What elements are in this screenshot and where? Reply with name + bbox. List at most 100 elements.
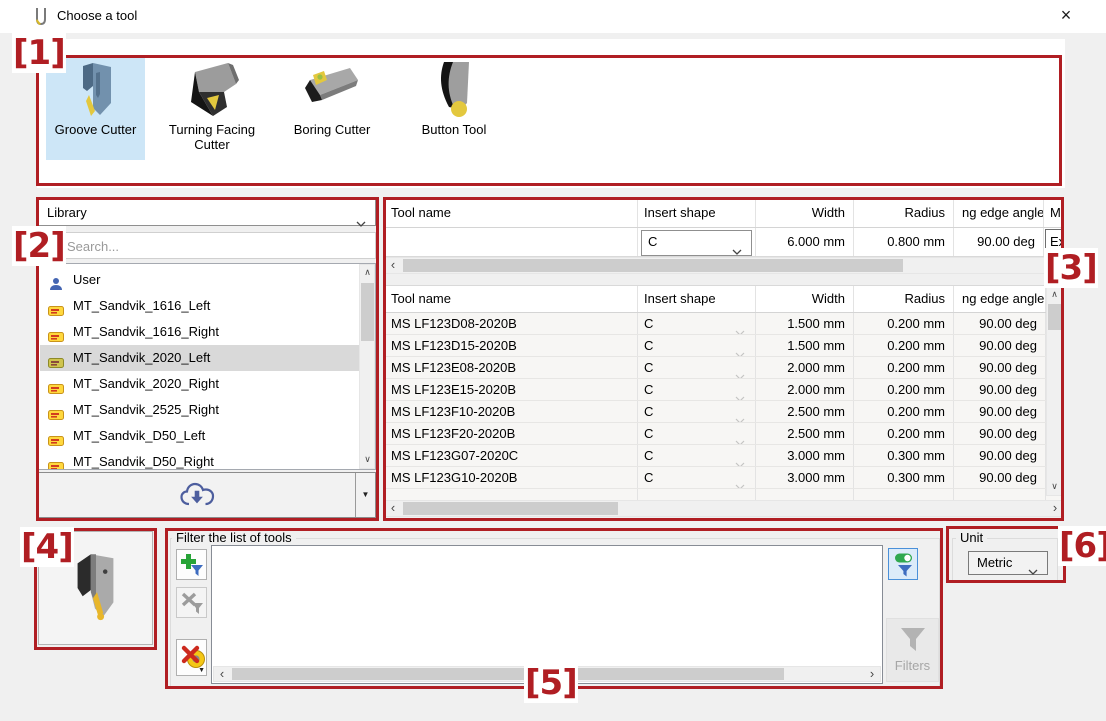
spec-table-h-scrollbar[interactable]: ‹ ›: [384, 257, 1064, 274]
cell-radius: 0.200 mm: [854, 313, 954, 334]
spec-tool-name-field[interactable]: [385, 228, 638, 256]
download-options-dropdown[interactable]: ▼: [355, 473, 375, 517]
filters-button-label: Filters: [887, 659, 938, 673]
scrollbar-thumb[interactable]: [232, 668, 784, 680]
col-header-width[interactable]: Width: [756, 199, 854, 227]
scroll-right-arrow[interactable]: ›: [864, 667, 880, 682]
scroll-down-arrow[interactable]: ∨: [360, 452, 375, 468]
tool-type-label: Groove Cutter: [46, 122, 145, 137]
scroll-down-arrow[interactable]: ∨: [1047, 479, 1062, 495]
scrollbar-thumb[interactable]: [403, 502, 618, 515]
tree-item-library[interactable]: MT_Sandvik_2020_Right: [40, 371, 359, 397]
tool-app-icon: [33, 7, 49, 27]
insert-shape-value: C: [644, 470, 653, 485]
cell-width: 3.000 mm: [756, 467, 854, 488]
insert-shape-value: C: [644, 360, 653, 375]
remove-filter-button[interactable]: [176, 587, 207, 618]
scroll-left-arrow[interactable]: ‹: [214, 667, 230, 682]
tree-scrollbar[interactable]: ∧ ∨: [359, 264, 375, 469]
tree-item-label: MT_Sandvik_1616_Left: [73, 293, 210, 319]
insert-shape-select[interactable]: C: [641, 230, 752, 256]
library-tree: User MT_Sandvik_1616_Left MT_Sandvik_161…: [38, 263, 376, 470]
tree-item-library[interactable]: MT_Sandvik_D50_Right: [40, 449, 359, 470]
tree-item-library[interactable]: MT_Sandvik_1616_Right: [40, 319, 359, 345]
clear-filters-button[interactable]: ▼: [176, 639, 207, 676]
tools-table-v-scrollbar[interactable]: ∧ ∨: [1046, 286, 1063, 496]
scroll-up-arrow[interactable]: ∧: [360, 265, 375, 281]
cell-insert-shape: C: [638, 445, 756, 466]
col-header-radius[interactable]: Radius: [854, 286, 954, 312]
chevron-down-icon: [735, 387, 745, 401]
cell-tool-name: MS LF123E08-2020B: [385, 357, 638, 378]
tree-item-label: MT_Sandvik_2525_Right: [73, 397, 219, 423]
scroll-left-arrow[interactable]: ‹: [385, 501, 401, 516]
unit-group-title: Unit: [956, 530, 987, 545]
scroll-right-arrow[interactable]: ›: [1047, 501, 1063, 516]
add-filter-icon: [180, 553, 204, 577]
cell-edge-angle: 90.00 deg: [954, 335, 1046, 356]
search-input[interactable]: [65, 234, 369, 259]
tree-item-library[interactable]: MT_Sandvik_1616_Left: [40, 293, 359, 319]
col-header-width[interactable]: Width: [756, 286, 854, 312]
insert-shape-value: C: [644, 404, 653, 419]
cell-width: 1.500 mm: [756, 313, 854, 334]
scrollbar-thumb[interactable]: [403, 259, 903, 272]
spec-width-field[interactable]: 6.000 mm: [756, 228, 854, 256]
table-row[interactable]: MS LF123F10-2020B C 2.500 mm 0.200 mm 90…: [385, 401, 1063, 423]
tree-item-label: MT_Sandvik_D50_Right: [73, 449, 214, 470]
chevron-down-icon: [735, 409, 745, 423]
table-row[interactable]: MS LF123G07-2020C C 3.000 mm 0.300 mm 90…: [385, 445, 1063, 467]
table-row[interactable]: MS LF123G10-2020B C 3.000 mm 0.300 mm 90…: [385, 467, 1063, 489]
insert-shape-value: C: [644, 338, 653, 353]
window-title: Choose a tool: [57, 0, 137, 32]
cell-width: 2.500 mm: [756, 401, 854, 422]
tree-item-library[interactable]: MT_Sandvik_D50_Left: [40, 423, 359, 449]
library-source-select[interactable]: Library: [38, 199, 376, 226]
col-header-mount[interactable]: M: [1044, 199, 1063, 227]
tool-spec-table: Tool name Insert shape Width Radius ng e…: [384, 198, 1064, 257]
table-row[interactable]: MS LF123D08-2020B C 1.500 mm 0.200 mm 90…: [385, 313, 1063, 335]
col-header-tool-name[interactable]: Tool name: [385, 199, 638, 227]
col-header-tool-name[interactable]: Tool name: [385, 286, 638, 312]
scroll-left-arrow[interactable]: ‹: [385, 258, 401, 273]
add-filter-button[interactable]: [176, 549, 207, 580]
col-header-insert-shape[interactable]: Insert shape: [638, 199, 756, 227]
tree-item-library-selected[interactable]: MT_Sandvik_2020_Left: [40, 345, 359, 371]
table-row[interactable]: MS LF123E15-2020B C 2.000 mm 0.200 mm 90…: [385, 379, 1063, 401]
unit-select[interactable]: Metric: [968, 551, 1048, 575]
scrollbar-thumb[interactable]: [361, 283, 374, 341]
cell-radius: 0.300 mm: [854, 467, 954, 488]
col-header-insert-shape[interactable]: Insert shape: [638, 286, 756, 312]
tool-type-groove-cutter[interactable]: Groove Cutter: [46, 58, 145, 160]
col-header-edge-angle[interactable]: ng edge angle: [954, 286, 1046, 312]
tree-item-user[interactable]: User: [40, 267, 359, 293]
scrollbar-thumb[interactable]: [1048, 304, 1062, 330]
spec-radius-field[interactable]: 0.800 mm: [854, 228, 954, 256]
cell-insert-shape: C: [638, 467, 756, 488]
tool-type-button-tool[interactable]: Button Tool: [406, 58, 502, 160]
scroll-up-arrow[interactable]: ∧: [1047, 287, 1062, 303]
cell-tool-name: MS LF123D15-2020B: [385, 335, 638, 356]
cell-tool-name: MS LF123F10-2020B: [385, 401, 638, 422]
col-header-edge-angle[interactable]: ng edge angle: [954, 199, 1044, 227]
col-header-radius[interactable]: Radius: [854, 199, 954, 227]
filter-group-title: Filter the list of tools: [172, 530, 296, 545]
tools-table-h-scrollbar[interactable]: ‹ ›: [384, 500, 1064, 517]
table-row[interactable]: MS LF123F20-2020B C 2.500 mm 0.200 mm 90…: [385, 423, 1063, 445]
tool-type-turning-facing-cutter[interactable]: Turning Facing Cutter: [160, 58, 264, 160]
clear-filters-icon: [180, 643, 206, 670]
tree-item-label: MT_Sandvik_1616_Right: [73, 319, 219, 345]
cell-radius: 0.200 mm: [854, 423, 954, 444]
toggle-filter-button[interactable]: [888, 548, 918, 580]
table-row[interactable]: MS LF123D15-2020B C 1.500 mm 0.200 mm 90…: [385, 335, 1063, 357]
filters-button[interactable]: Filters: [886, 618, 939, 682]
tool-type-boring-cutter[interactable]: Boring Cutter: [282, 58, 382, 160]
table-row[interactable]: MS LF123E08-2020B C 2.000 mm 0.200 mm 90…: [385, 357, 1063, 379]
annotation-label-4: [4]: [20, 527, 74, 567]
cell-edge-angle: 90.00 deg: [954, 445, 1046, 466]
tree-item-library[interactable]: MT_Sandvik_2525_Right: [40, 397, 359, 423]
tool-type-label: Boring Cutter: [282, 122, 382, 137]
close-button[interactable]: ×: [1042, 0, 1090, 32]
download-library-button[interactable]: [39, 473, 356, 517]
spec-edge-angle-field[interactable]: 90.00 deg: [954, 228, 1044, 256]
